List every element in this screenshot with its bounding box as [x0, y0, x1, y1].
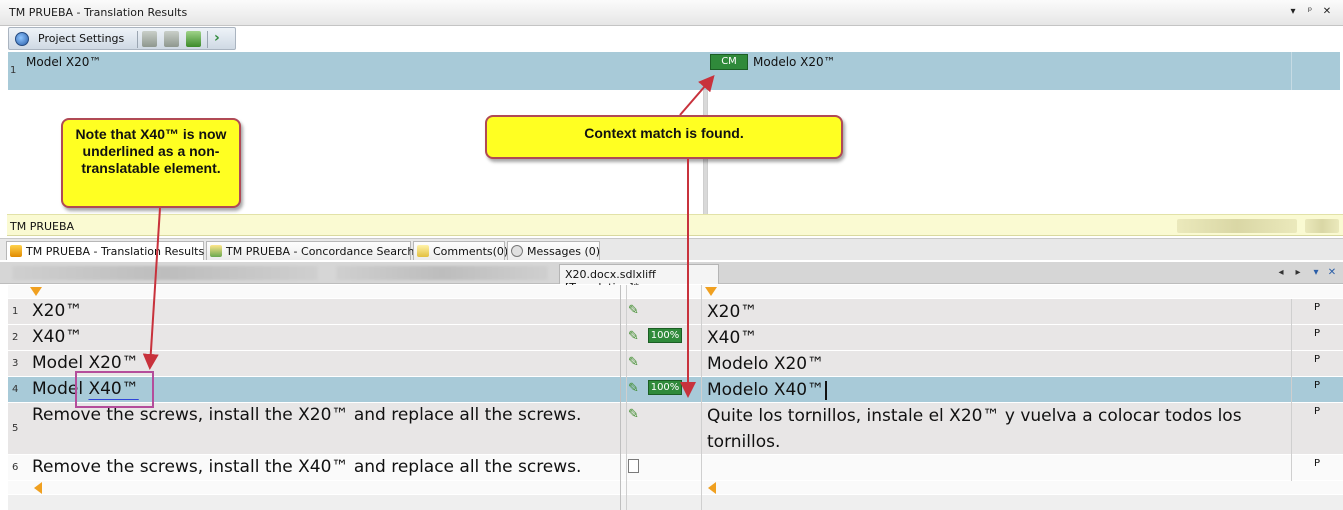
- annotation-arrows: [142, 74, 715, 398]
- arrow-to-cm-badge: [679, 74, 715, 116]
- arrow-to-underlined-element: [142, 207, 161, 370]
